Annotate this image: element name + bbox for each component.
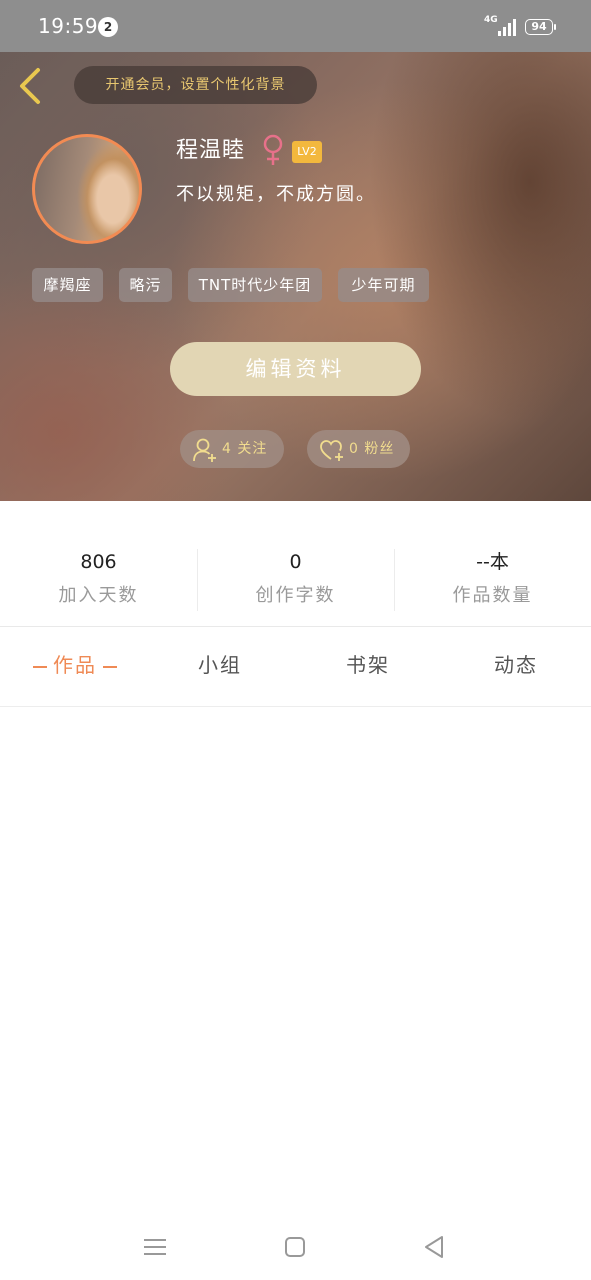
stat-works-count: --本 作品数量 bbox=[394, 549, 591, 607]
battery-level: 94 bbox=[531, 20, 547, 33]
stat-label: 创作字数 bbox=[255, 585, 336, 606]
menu-button[interactable] bbox=[140, 1232, 170, 1262]
nickname: 程温睦 bbox=[176, 138, 246, 163]
stats-row: 806 加入天数 0 创作字数 --本 作品数量 bbox=[0, 501, 591, 627]
status-time: 19:59 bbox=[38, 14, 99, 38]
home-button[interactable] bbox=[280, 1232, 310, 1262]
tab-label: 作品 bbox=[53, 653, 97, 677]
back-nav-button[interactable] bbox=[420, 1232, 450, 1262]
chevron-left-icon bbox=[20, 68, 40, 104]
user-add-icon bbox=[193, 438, 216, 462]
tag-item[interactable]: 少年可期 bbox=[338, 268, 429, 302]
tab-label: 动态 bbox=[494, 653, 538, 677]
works-content bbox=[0, 708, 591, 1218]
avatar[interactable] bbox=[32, 134, 142, 244]
profile-header: 开通会员，设置个性化背景 程温睦 LV2 不以规矩，不成方圆。 摩羯座 略污 T… bbox=[0, 52, 591, 501]
system-nav-bar bbox=[0, 1218, 591, 1280]
tab-indicator bbox=[33, 665, 47, 668]
menu-icon bbox=[144, 1239, 166, 1255]
tab-bookshelf[interactable]: 书架 bbox=[323, 628, 413, 707]
tag-item[interactable]: 摩羯座 bbox=[32, 268, 103, 302]
stat-label: 加入天数 bbox=[58, 585, 139, 606]
signal-icon: 4G bbox=[484, 15, 520, 36]
back-triangle-icon bbox=[425, 1236, 443, 1258]
tab-label: 小组 bbox=[198, 653, 242, 677]
stat-join-days: 806 加入天数 bbox=[0, 549, 197, 607]
following-button[interactable]: 4 关注 bbox=[180, 430, 284, 468]
battery-icon: 94 bbox=[525, 19, 556, 35]
tab-activity[interactable]: 动态 bbox=[471, 628, 561, 707]
followers-button[interactable]: 0 粉丝 bbox=[307, 430, 410, 468]
stat-label: 作品数量 bbox=[452, 585, 533, 606]
tab-groups[interactable]: 小组 bbox=[175, 628, 265, 707]
tab-works[interactable]: 作品 bbox=[20, 628, 130, 707]
edit-profile-button[interactable]: 编辑资料 bbox=[170, 342, 421, 396]
followers-count: 0 粉丝 bbox=[349, 441, 395, 457]
following-count: 4 关注 bbox=[222, 441, 268, 457]
stat-value: 0 bbox=[289, 551, 302, 573]
stat-word-count: 0 创作字数 bbox=[197, 549, 394, 607]
vip-background-banner[interactable]: 开通会员，设置个性化背景 bbox=[74, 66, 317, 104]
heart-add-icon bbox=[320, 440, 343, 461]
tag-item[interactable]: TNT时代少年团 bbox=[188, 268, 322, 302]
stat-value: 806 bbox=[80, 551, 117, 573]
level-badge: LV2 bbox=[292, 141, 322, 163]
tag-item[interactable]: 略污 bbox=[119, 268, 172, 302]
network-type: 4G bbox=[484, 15, 498, 25]
female-icon bbox=[263, 134, 283, 165]
tab-bar: 作品 小组 书架 动态 bbox=[0, 628, 591, 707]
stat-value: --本 bbox=[476, 551, 509, 573]
signature: 不以规矩，不成方圆。 bbox=[176, 184, 376, 205]
status-bar: 19:59 2 4G 94 bbox=[0, 0, 591, 52]
back-button[interactable] bbox=[16, 66, 46, 106]
home-square-icon bbox=[285, 1237, 305, 1257]
tab-label: 书架 bbox=[346, 653, 390, 677]
tab-indicator bbox=[103, 665, 117, 668]
notification-count-badge: 2 bbox=[98, 17, 118, 37]
